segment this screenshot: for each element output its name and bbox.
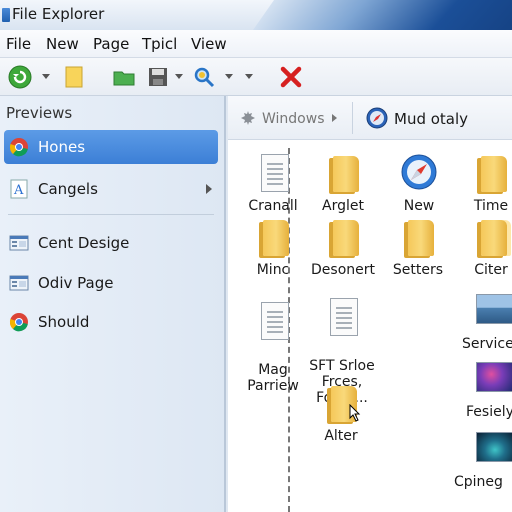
image-thumbnail-icon [476,294,512,324]
file-label: New [403,198,435,214]
delete-icon[interactable] [279,65,303,89]
file-label: Desonert [311,262,375,278]
settings-window-icon [9,275,29,291]
svg-text:A: A [13,183,24,198]
menu-file[interactable]: File [6,35,31,53]
breadcrumb: Windows Mud otaly [228,96,512,140]
file-label: Arglet [322,198,364,214]
file-label: Cpineg [454,474,503,490]
image-thumbnail-icon [476,432,512,462]
sidebar-item-odiv-page[interactable]: Odiv Page [4,266,218,300]
file-label: Citer [474,262,508,278]
back-icon[interactable] [8,65,32,89]
title-bar-swoosh [238,0,512,30]
navigation-sidebar: Previews Hones A Cangels Cent Desige Odi… [0,96,226,512]
sidebar-item-cangels[interactable]: A Cangels [4,172,218,206]
file-item-alter[interactable]: Alter [308,384,374,444]
text-document-icon [330,298,358,336]
save-icon[interactable] [146,65,170,89]
sidebar-item-label: Cangels [38,180,98,198]
file-label: Fesiely [466,404,512,420]
menu-view[interactable]: View [191,35,227,53]
green-folder-icon[interactable] [112,65,136,89]
app-icon [2,8,10,22]
file-label: Service [462,336,512,352]
safari-compass-icon [401,154,437,190]
menu-tpicl[interactable]: Tpicl [142,35,177,53]
file-item-mag-parriew[interactable]: Mag Parriew [240,286,306,394]
image-thumbnail-icon [476,362,512,392]
file-label: Setters [392,262,444,278]
sidebar-item-label: Cent Desige [38,234,130,252]
folder-icon [333,220,359,256]
document-stack-icon [261,302,289,340]
file-item-time[interactable]: Time [458,154,512,214]
search-dropdown-caret[interactable] [225,74,233,79]
file-view: Windows Mud otaly Cranall Arglet New Tim… [228,96,512,512]
file-label: Mag Parriew [247,362,299,394]
title-bar: File Explorer [0,0,512,30]
file-item-setters[interactable]: Setters [385,218,451,278]
file-item-fesiely[interactable]: Fesiely [456,358,512,420]
settings-window-icon [9,235,29,251]
folder-icon [481,156,507,192]
breadcrumb-divider [352,102,353,134]
sidebar-item-should[interactable]: Should [4,305,218,339]
file-item-service[interactable]: Service [456,290,512,352]
file-item-cpineg[interactable]: Cpineg [454,428,512,490]
file-label: Alter [324,428,358,444]
breadcrumb-windows[interactable]: Windows [262,111,325,127]
compass-icon [366,107,388,129]
chrome-icon [9,313,28,332]
mouse-cursor-icon [349,404,361,422]
file-item-desonert[interactable]: Desonert [308,218,378,278]
window-title: File Explorer [12,5,105,23]
menu-bar: File New Page Tpicl View [0,30,512,58]
toolbar [0,58,512,96]
folder-icon [263,220,289,256]
file-label: Cranall [248,198,298,214]
breadcrumb-separator-icon[interactable] [332,114,337,122]
file-item-minc[interactable]: Minc [240,218,306,278]
file-item-citer[interactable]: Citer [458,218,512,278]
sidebar-header: Previews [6,104,73,122]
file-label: Minc [256,262,290,278]
folder-icon [408,220,434,256]
file-item-new[interactable]: New [386,154,452,214]
menu-new[interactable]: New [46,35,79,53]
more-dropdown-caret[interactable] [245,74,253,79]
chevron-right-icon[interactable] [206,184,212,194]
file-label: Time [473,198,509,214]
file-item-arglet[interactable]: Arglet [310,154,376,214]
sidebar-item-label: Hones [38,138,86,156]
document-stack-icon [261,154,289,192]
folder-icon [481,220,507,256]
gear-icon [241,111,255,125]
search-icon[interactable] [192,65,216,89]
file-item-cranall[interactable]: Cranall [240,154,306,214]
sidebar-item-cent-desige[interactable]: Cent Desige [4,226,218,260]
sidebar-item-hones[interactable]: Hones [4,130,218,164]
sidebar-item-label: Should [38,313,90,331]
new-page-icon[interactable] [62,65,86,89]
chrome-icon [9,138,28,157]
back-dropdown-caret[interactable] [42,74,50,79]
save-dropdown-caret[interactable] [175,74,183,79]
folder-icon [333,156,359,192]
sidebar-item-label: Odiv Page [38,274,114,292]
sidebar-divider [8,214,214,215]
a-letter-icon: A [10,179,28,199]
menu-page[interactable]: Page [93,35,129,53]
breadcrumb-current[interactable]: Mud otaly [394,110,468,128]
